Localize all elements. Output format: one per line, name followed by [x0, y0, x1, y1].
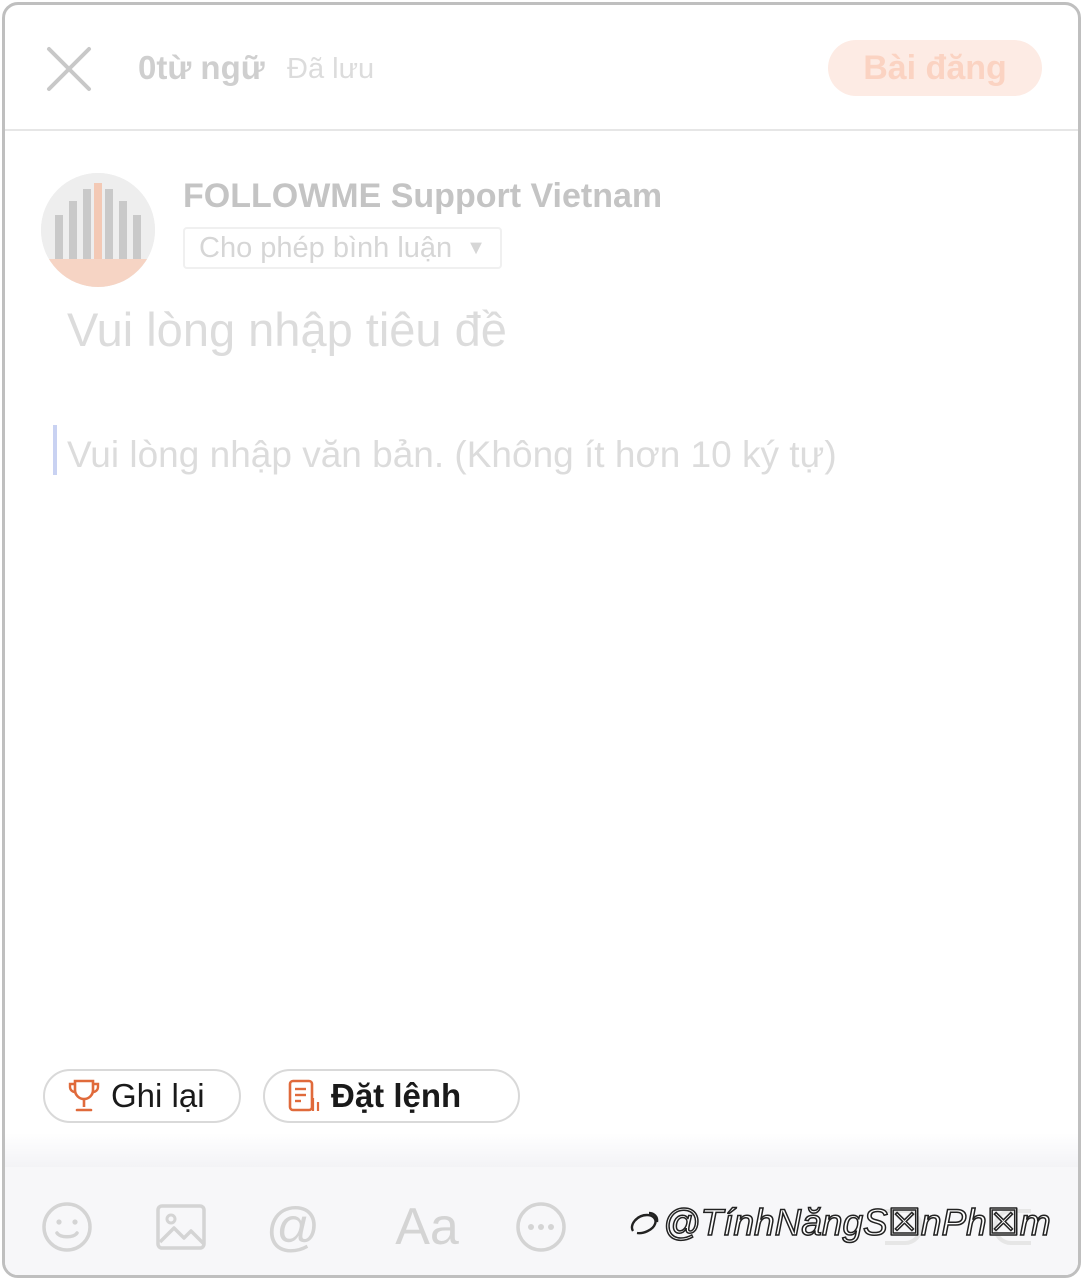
place-order-label: Đặt lệnh [331, 1077, 462, 1114]
emoji-button[interactable] [37, 1197, 97, 1257]
avatar [41, 173, 155, 287]
comment-permission-select[interactable]: Cho phép bình luận ▼ [183, 227, 502, 269]
watermark: @TínhNăngS☒nPh☒m [627, 1201, 1051, 1244]
composer-window: 0từ ngữ Đã lưu Bài đăng FOLLOWME Support… [2, 2, 1081, 1278]
emoji-icon [42, 1202, 92, 1252]
text-format-button[interactable]: Aa [387, 1197, 467, 1257]
comment-permission-label: Cho phép bình luận [199, 231, 453, 264]
more-button[interactable] [511, 1197, 571, 1257]
text-cursor [53, 425, 57, 475]
place-order-button[interactable]: Đặt lệnh [263, 1069, 520, 1123]
composer-header: 0từ ngữ Đã lưu Bài đăng [5, 5, 1078, 131]
weibo-logo-icon [630, 1211, 659, 1235]
close-icon [47, 47, 91, 91]
author-name: FOLLOWME Support Vietnam [183, 177, 663, 215]
post-button[interactable]: Bài đăng [828, 40, 1042, 96]
title-input[interactable] [67, 295, 1027, 363]
mention-button[interactable]: @ [263, 1197, 323, 1257]
toolbar-fade [5, 1133, 1078, 1167]
watermark-text: @TínhNăngS☒nPh☒m [662, 1201, 1051, 1244]
close-button[interactable] [43, 43, 95, 95]
record-label: Ghi lại [111, 1077, 205, 1114]
word-count: 0từ ngữ [138, 49, 265, 86]
more-icon [516, 1202, 566, 1252]
image-icon [156, 1204, 206, 1250]
at-icon: @ [265, 1197, 321, 1257]
trophy-icon [68, 1079, 100, 1112]
record-button[interactable]: Ghi lại [43, 1069, 241, 1123]
image-button[interactable] [151, 1197, 211, 1257]
body-input[interactable] [67, 429, 1027, 481]
order-document-icon [288, 1079, 320, 1112]
text-format-icon: Aa [395, 1198, 459, 1256]
caret-down-icon: ▼ [466, 236, 486, 259]
support-logo-icon [41, 173, 155, 287]
saved-status: Đã lưu [287, 53, 375, 85]
